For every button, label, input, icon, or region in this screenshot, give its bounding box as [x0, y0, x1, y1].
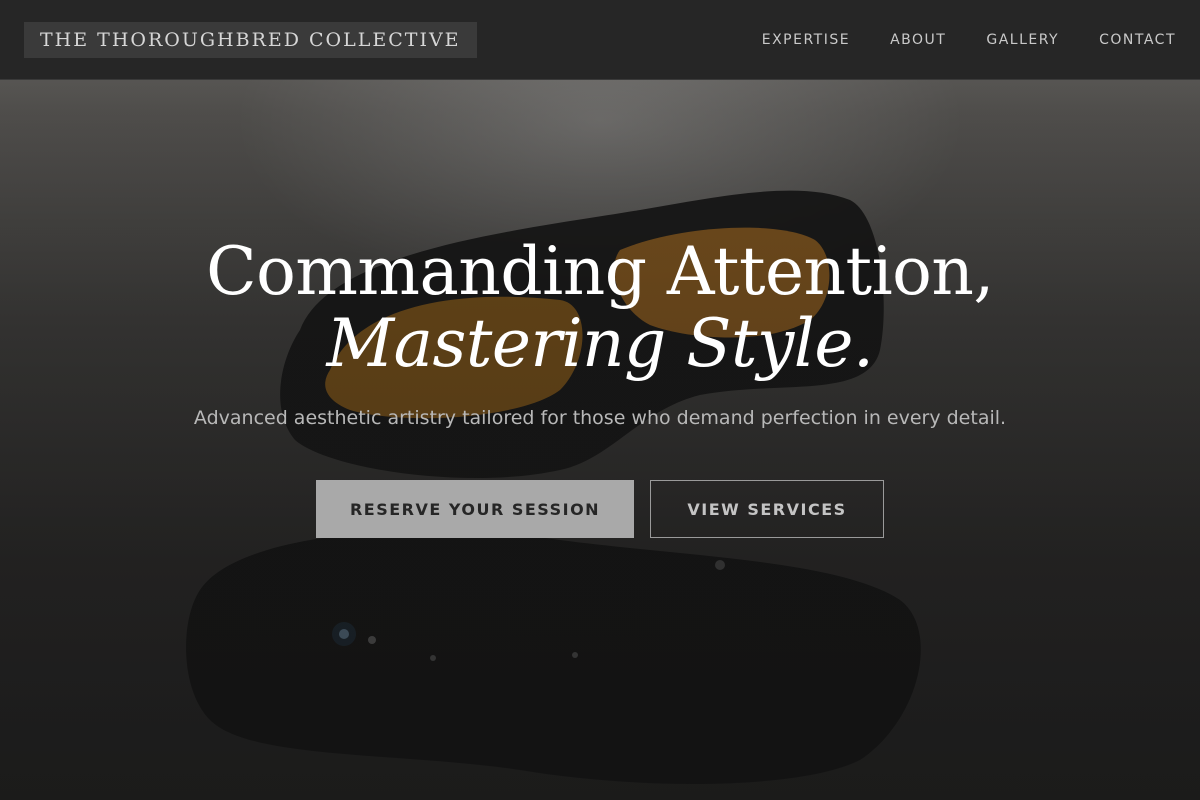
headline-line-1: Commanding Attention, — [206, 233, 994, 310]
top-navbar: THE THOROUGHBRED COLLECTIVE EXPERTISE AB… — [0, 0, 1200, 80]
headline-line-2: Mastering Style. — [326, 305, 874, 382]
hero-headline: Commanding Attention, Mastering Style. — [0, 236, 1200, 380]
landing-page: THE THOROUGHBRED COLLECTIVE EXPERTISE AB… — [0, 0, 1200, 800]
hero-subtitle: Advanced aesthetic artistry tailored for… — [193, 407, 1007, 429]
main-nav: EXPERTISE ABOUT GALLERY CONTACT — [762, 0, 1176, 80]
brand-logo[interactable]: THE THOROUGHBRED COLLECTIVE — [24, 22, 477, 58]
nav-link-expertise[interactable]: EXPERTISE — [762, 32, 850, 48]
hero-content: Commanding Attention, Mastering Style. A… — [0, 236, 1200, 538]
reserve-session-button[interactable]: RESERVE YOUR SESSION — [316, 480, 634, 538]
nav-link-gallery[interactable]: GALLERY — [986, 32, 1059, 48]
cta-row: RESERVE YOUR SESSION VIEW SERVICES — [0, 480, 1200, 538]
nav-link-about[interactable]: ABOUT — [890, 32, 946, 48]
view-services-button[interactable]: VIEW SERVICES — [650, 480, 884, 538]
nav-link-contact[interactable]: CONTACT — [1099, 32, 1176, 48]
